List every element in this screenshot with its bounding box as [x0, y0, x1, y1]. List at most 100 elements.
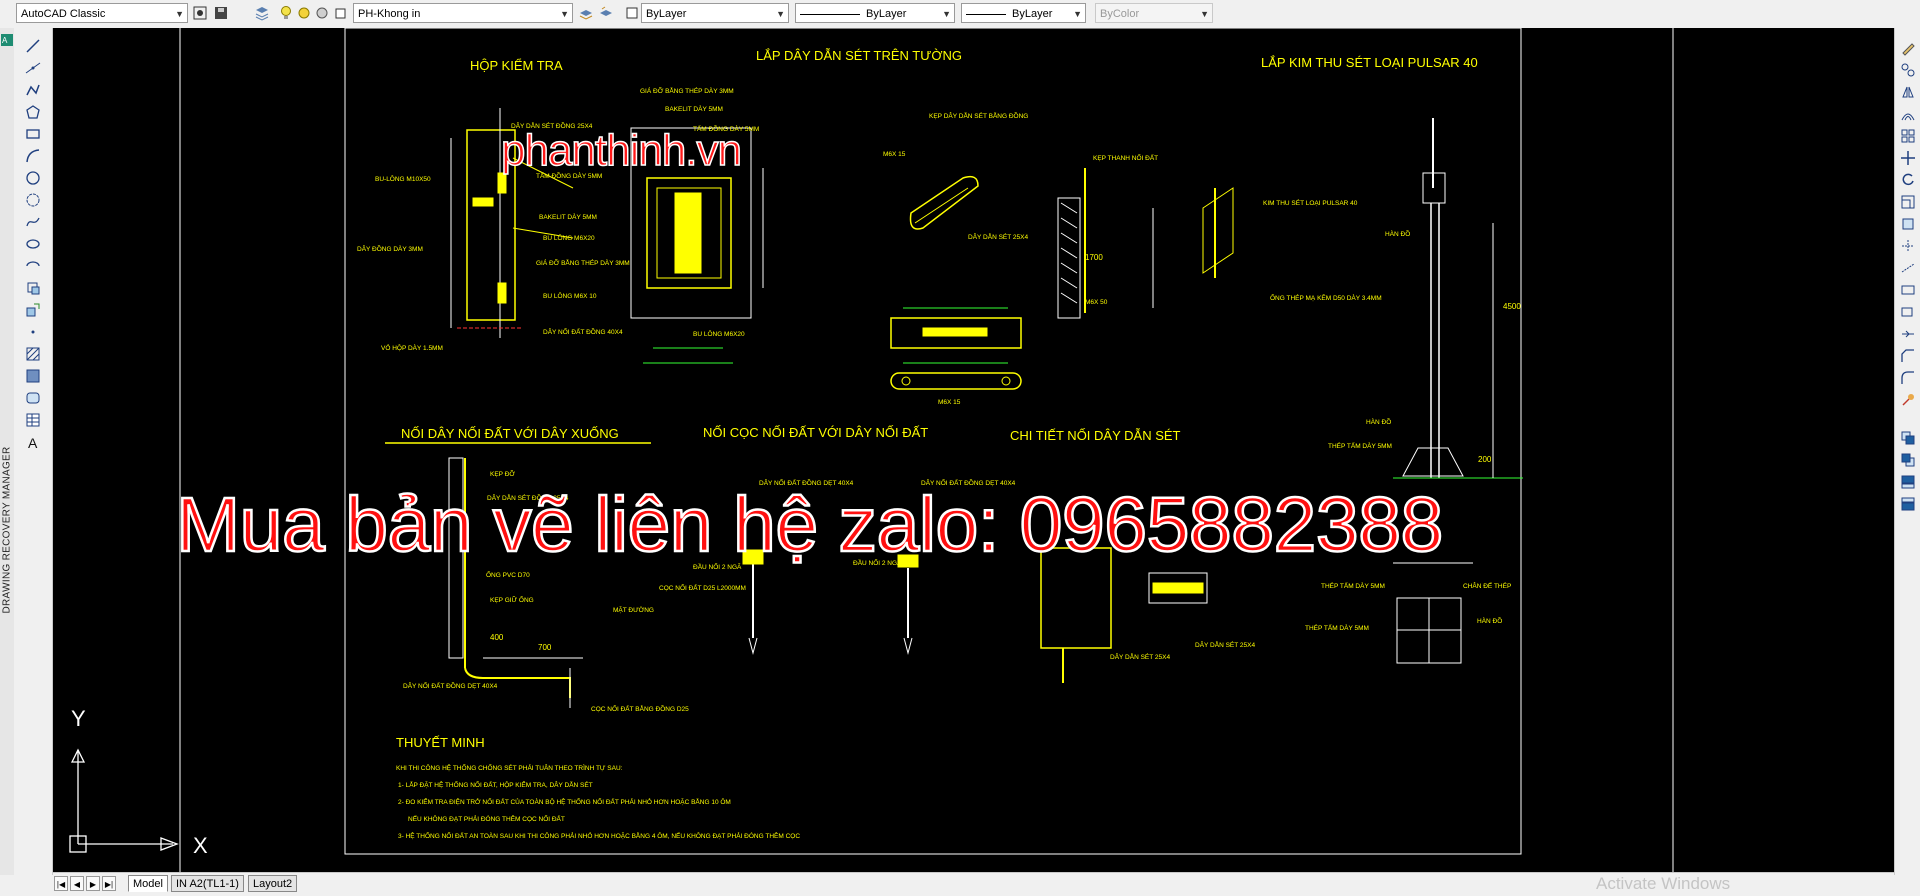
note-line-2: 2- ĐO KIỂM TRA ĐIỆN TRỞ NỐI ĐẤT CỦA TOÀN…: [398, 796, 731, 806]
callout-kep-do: KẸP ĐỠ: [490, 469, 515, 478]
polygon-icon[interactable]: [25, 104, 41, 120]
multiline-text-icon[interactable]: A: [25, 434, 41, 450]
clamp-drawing: [890, 168, 1234, 390]
move-icon[interactable]: [1900, 150, 1916, 166]
ellipse-icon[interactable]: [25, 236, 41, 252]
callout-kim-thu: KIM THU SÉT LOẠI PULSAR 40: [1263, 198, 1358, 207]
arc-icon[interactable]: [25, 148, 41, 164]
lineweight-sample: [966, 13, 1006, 15]
clamp-labels: KẸP DÂY DẪN SÉT BẰNG ĐỒNG M6X 15 DÂY DẪN…: [883, 110, 1158, 406]
hatch-icon[interactable]: [25, 346, 41, 362]
note-line-4: 3- HỆ THỐNG NỐI ĐẤT AN TOÀN SAU KHI THI …: [398, 830, 800, 840]
properties-toolbar: AutoCAD Classic ▼ PH-Khong in ▼ ByLayer ▼ B…: [0, 0, 1920, 29]
last-tab-button[interactable]: ▶|: [102, 876, 116, 891]
extend-icon[interactable]: [1900, 260, 1916, 276]
note-line-1: 1- LẮP ĐẶT HỆ THỐNG NỐI ĐẤT, HỘP KIỂM TR…: [398, 779, 593, 789]
layer-dropdown[interactable]: PH-Khong in ▼: [353, 3, 573, 23]
drawing-geometry: HỘP KIỂM TRA LẮP DÂY DẪN SÉT TRÊN TƯỜNG …: [69, 28, 1674, 872]
callout-bakelit: BAKELIT DÀY 5MM: [539, 212, 597, 221]
dimension-4500: 4500: [1503, 302, 1521, 311]
autocad-app-icon[interactable]: A: [1, 34, 13, 46]
draworder-back-icon[interactable]: [1900, 452, 1916, 468]
region-icon[interactable]: [25, 390, 41, 406]
construction-line-icon[interactable]: [25, 60, 41, 76]
table-icon[interactable]: [25, 412, 41, 428]
make-block-icon[interactable]: [25, 302, 41, 318]
draworder-under-icon[interactable]: [1900, 496, 1916, 512]
array-icon[interactable]: [1900, 128, 1916, 144]
next-tab-button[interactable]: ▶: [86, 876, 100, 891]
modify-toolbar: [1894, 28, 1920, 875]
notes-block: KHI THI CÔNG HỆ THỐNG CHỐNG SÉT PHẢI TUÂ…: [396, 762, 800, 840]
break-icon[interactable]: [1900, 304, 1916, 320]
polyline-icon[interactable]: [25, 82, 41, 98]
callout-m6x50: M6X 50: [1085, 299, 1108, 306]
draworder-front-icon[interactable]: [1900, 430, 1916, 446]
draworder-above-icon[interactable]: [1900, 474, 1916, 490]
linetype-dropdown[interactable]: ByLayer ▼: [795, 3, 955, 23]
callout-day-noi-dat: DÂY NỐI ĐẤT ĐỒNG 40X4: [543, 326, 623, 336]
gradient-icon[interactable]: [25, 368, 41, 384]
callout-ong-thep: ỐNG THÉP MẠ KẼM D50 DÀY 3.4MM: [1270, 292, 1382, 302]
section-title-wall-install: LẮP DÂY DẪN SÉT TRÊN TƯỜNG: [756, 48, 962, 63]
spline-icon[interactable]: [25, 214, 41, 230]
section-title-rod-wire: NỐI CỌC NỐI ĐẤT VỚI DÂY NỐI ĐẤT: [703, 425, 928, 440]
layer-manager-icon[interactable]: [254, 5, 270, 21]
lineweight-dropdown[interactable]: ByLayer ▼: [961, 3, 1086, 23]
layer-previous-icon[interactable]: [598, 5, 614, 21]
chevron-down-icon: ▼: [560, 9, 569, 19]
erase-icon[interactable]: [1900, 40, 1916, 56]
workspace-settings-icon[interactable]: [192, 5, 208, 21]
layer-color-icon[interactable]: [332, 5, 348, 21]
rotate-icon[interactable]: [1900, 172, 1916, 188]
sun-freeze-icon[interactable]: [296, 5, 312, 21]
line-tool-icon[interactable]: [25, 38, 41, 54]
notes-title: THUYẾT MINH: [396, 735, 485, 750]
first-tab-button[interactable]: |◀: [54, 876, 68, 891]
circle-icon[interactable]: [25, 170, 41, 186]
make-current-layer-icon[interactable]: [578, 5, 594, 21]
explode-icon[interactable]: [1900, 392, 1916, 408]
chamfer-icon[interactable]: [1900, 348, 1916, 364]
color-swatch-icon: [626, 7, 638, 19]
dimension-200: 200: [1478, 455, 1492, 464]
callout-han-do-2: HÀN ĐỒ: [1366, 416, 1391, 426]
scale-icon[interactable]: [1900, 194, 1916, 210]
trim-icon[interactable]: [1900, 238, 1916, 254]
color-dropdown[interactable]: ByLayer ▼: [641, 3, 789, 23]
lightbulb-icon[interactable]: [278, 5, 294, 21]
callout-kep-day: KẸP DÂY DẪN SÉT BẰNG ĐỒNG: [929, 110, 1028, 120]
fillet-icon[interactable]: [1900, 370, 1916, 386]
copy-icon[interactable]: [1900, 62, 1916, 78]
pulsar-rod-drawing: [1393, 118, 1523, 664]
callout-gia-do-2: GIÁ ĐỠ BẰNG THÉP DÀY 3MM: [640, 86, 734, 95]
chevron-down-icon: ▼: [175, 9, 184, 19]
save-workspace-icon[interactable]: [213, 5, 229, 21]
point-icon[interactable]: [25, 324, 41, 340]
insert-block-icon[interactable]: [25, 280, 41, 296]
revcloud-icon[interactable]: [25, 192, 41, 208]
mirror-icon[interactable]: [1900, 84, 1916, 100]
watermark-site: phanthinh.vn: [500, 125, 743, 176]
linetype-value: ByLayer: [866, 8, 907, 20]
stretch-icon[interactable]: [1900, 216, 1916, 232]
callout-day-dan-set-5: DÂY DẪN SÉT 25X4: [1195, 640, 1255, 649]
rectangle-icon[interactable]: [25, 126, 41, 142]
callout-bulong-m10x50: BU-LÔNG M10X50: [375, 174, 431, 183]
tab-model[interactable]: Model: [128, 875, 168, 892]
color-value: ByLayer: [646, 8, 687, 20]
join-icon[interactable]: [1900, 326, 1916, 342]
workspace-dropdown[interactable]: AutoCAD Classic ▼: [16, 3, 188, 23]
callout-bulong-m6x10: BU LÔNG M6X 10: [543, 291, 597, 300]
section-title-ground-down: NỐI DÂY NỐI ĐẤT VỚI DÂY XUỐNG: [401, 426, 619, 441]
prev-tab-button[interactable]: ◀: [70, 876, 84, 891]
drawing-recovery-panel[interactable]: A DRAWING RECOVERY MANAGER: [0, 28, 15, 875]
watermark-contact: Mua bản vẽ liên hệ zalo: 0965882388: [175, 481, 1445, 570]
tab-layout2[interactable]: Layout2: [248, 875, 298, 892]
model-space-canvas[interactable]: HỘP KIỂM TRA LẮP DÂY DẪN SÉT TRÊN TƯỜNG …: [53, 28, 1894, 872]
ellipse-arc-icon[interactable]: [25, 258, 41, 274]
offset-icon[interactable]: [1900, 106, 1916, 122]
break-at-point-icon[interactable]: [1900, 282, 1916, 298]
lock-icon[interactable]: [314, 5, 330, 21]
tab-layout-in-a2[interactable]: IN A2(TL1-1): [171, 875, 244, 892]
